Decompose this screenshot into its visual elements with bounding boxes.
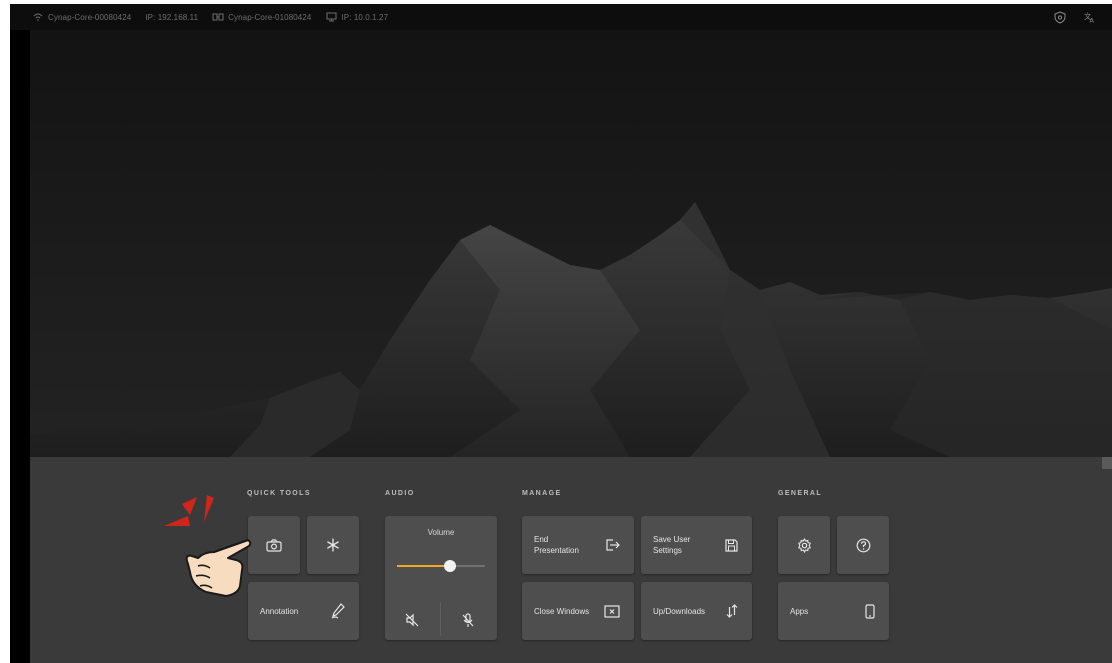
settings-button[interactable] [778, 516, 830, 574]
section-title-general: GENERAL [778, 490, 823, 497]
device-info: Cynap-Core-00080424 IP: 192.168.11 Cynap… [10, 11, 388, 23]
language-icon[interactable]: 文A [1084, 11, 1096, 23]
device1-name: Cynap-Core-00080424 [48, 12, 132, 22]
audio-card: Volume [385, 516, 497, 640]
end-presentation-label: End Presentation [534, 535, 579, 555]
device2-name: Cynap-Core-01080424 [228, 12, 312, 22]
device2-ip: IP: 10.0.1.27 [341, 12, 389, 22]
volume-slider-fill [397, 565, 450, 567]
wallpaper-background [30, 30, 1112, 457]
speaker-mute-icon [405, 613, 419, 627]
save-user-settings-button[interactable]: Save User Settings [641, 516, 752, 574]
status-actions: 文A [1054, 10, 1112, 24]
volume-label: Volume [427, 528, 455, 537]
pointing-hand-hint [164, 495, 252, 597]
shield-icon[interactable] [1054, 10, 1066, 24]
pen-icon [331, 603, 345, 619]
status-bar: Cynap-Core-00080424 IP: 192.168.11 Cynap… [10, 4, 1112, 30]
mic-mute-icon [461, 612, 475, 628]
volume-slider-knob[interactable] [443, 560, 456, 572]
freeze-button[interactable] [307, 516, 359, 574]
svg-text:A: A [1090, 16, 1095, 23]
apps-label: Apps [790, 606, 809, 616]
volume-slider[interactable] [397, 560, 485, 572]
panel-handle[interactable] [1102, 457, 1112, 469]
camera-icon [266, 538, 282, 552]
mic-mute-button[interactable] [458, 610, 478, 630]
hint-mark-middle [182, 497, 197, 515]
transfer-icon [726, 604, 738, 618]
annotation-button[interactable]: Annotation [248, 582, 359, 640]
device1-ip: IP: 192.168.11 [145, 12, 199, 22]
mountain-image [30, 202, 1112, 457]
close-windows-button[interactable]: Close Windows [522, 582, 634, 640]
annotation-label: Annotation [260, 606, 299, 616]
end-presentation-button[interactable]: End Presentation [522, 516, 634, 574]
audio-divider [440, 602, 441, 636]
section-title-manage: MANAGE [522, 490, 562, 497]
help-button[interactable] [837, 516, 889, 574]
wifi-icon [32, 11, 44, 23]
gear-icon [797, 537, 812, 553]
close-window-icon [604, 604, 620, 618]
hint-mark-right [204, 495, 214, 522]
up-downloads-label: Up/Downloads [653, 606, 706, 616]
save-icon [725, 538, 738, 552]
save-user-settings-label: Save User Settings [653, 535, 691, 555]
mobile-device-icon [865, 603, 875, 619]
device-link-icon [212, 11, 224, 23]
snowflake-icon [326, 538, 340, 552]
up-downloads-button[interactable]: Up/Downloads [641, 582, 752, 640]
hint-mark-left [164, 516, 190, 526]
section-title-audio: AUDIO [385, 490, 415, 497]
exit-icon [606, 539, 620, 551]
network-icon [325, 11, 337, 23]
help-icon [856, 538, 871, 553]
apps-button[interactable]: Apps [778, 582, 889, 640]
speaker-mute-button[interactable] [402, 610, 422, 630]
close-windows-label: Close Windows [534, 606, 590, 616]
